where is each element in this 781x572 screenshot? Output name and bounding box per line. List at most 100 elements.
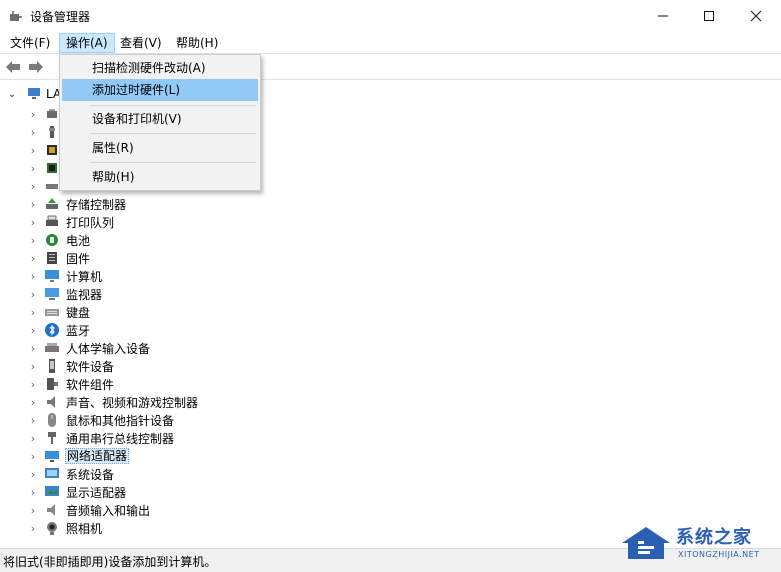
menu-action[interactable]: 操作(A) [59,33,115,53]
tree-item-label: 通用串行总线控制器 [66,431,175,446]
tree-item-label: 系统设备 [66,467,115,482]
minimize-icon [658,15,668,17]
chevron-right-icon[interactable]: › [28,342,38,355]
chevron-right-icon[interactable]: › [28,306,38,319]
tree-item[interactable]: › 存储控制器 [28,195,127,213]
tree-item[interactable]: › 软件设备 [28,357,115,375]
tree-item[interactable]: › 照相机 [28,519,103,537]
chevron-right-icon[interactable]: › [28,486,38,499]
tree-item[interactable]: › 蓝牙 [28,321,91,339]
back-arrow-icon [6,61,20,73]
chevron-right-icon[interactable]: › [28,216,38,229]
tree-item-label: 固件 [66,251,91,266]
chevron-right-icon[interactable]: › [28,396,38,409]
tree-item[interactable]: › 人体学输入设备 [28,339,151,357]
tree-item-label: 键盘 [66,305,91,320]
tree-item[interactable]: › 显示适配器 [28,483,127,501]
title-bar: 设备管理器 [0,0,781,32]
forward-arrow-icon [29,61,43,73]
minimize-button[interactable] [640,0,686,32]
menu-help[interactable]: 帮助(H) [170,33,224,53]
watermark-logo: 系统之家 XITONGZHIJIA.NET [618,521,778,569]
tree-item-label: 网络适配器 [65,448,130,464]
action-menu-dropdown: 扫描检测硬件改动(A) 添加过时硬件(L) 设备和打印机(V) 属性(R) 帮助… [59,54,261,191]
chevron-right-icon[interactable]: › [28,252,38,265]
tree-item-label: 打印队列 [66,215,115,230]
chevron-right-icon[interactable]: › [28,288,38,301]
tree-item-label: 音频输入和输出 [66,503,151,518]
chevron-right-icon[interactable]: › [28,324,38,337]
tree-item[interactable]: › 计算机 [28,267,103,285]
chevron-right-icon[interactable]: › [28,378,38,391]
tree-item[interactable]: › 通用串行总线控制器 [28,429,175,447]
chevron-right-icon[interactable]: › [28,162,38,175]
chevron-right-icon[interactable]: › [28,126,38,139]
window-title: 设备管理器 [30,10,91,24]
tree-item[interactable]: › 鼠标和其他指针设备 [28,411,175,429]
close-icon [750,10,762,22]
house-logo-icon [622,527,670,559]
chevron-right-icon[interactable]: › [28,468,38,481]
menu-separator [90,133,256,134]
tree-item-label: 蓝牙 [66,323,91,338]
menu-file[interactable]: 文件(F) [4,33,56,53]
tree-item[interactable]: › 固件 [28,249,91,267]
tree-item[interactable]: › 电池 [28,231,91,249]
tree-item-label: 显示适配器 [66,485,127,500]
tree-item[interactable]: › 监视器 [28,285,103,303]
usb-icon [44,124,60,140]
tree-item[interactable]: › 系统设备 [28,465,115,483]
battery-icon [44,232,60,248]
chevron-right-icon[interactable]: › [28,144,38,157]
audio-io-icon [44,502,60,518]
tree-item-label: 人体学输入设备 [66,341,151,356]
speaker-icon [44,394,60,410]
chevron-right-icon[interactable]: › [28,414,38,427]
software-device-icon [44,358,60,374]
menu-help-item[interactable]: 帮助(H) [62,166,258,188]
chevron-right-icon[interactable]: › [28,108,38,121]
audio-device-icon [44,106,60,122]
firmware-icon [44,250,60,266]
forward-button[interactable] [26,57,46,77]
chevron-right-icon[interactable]: › [28,522,38,535]
keyboard-icon [44,304,60,320]
menu-add-legacy-hardware[interactable]: 添加过时硬件(L) [62,79,258,101]
chevron-down-icon[interactable]: ⌄ [6,89,18,100]
menu-properties[interactable]: 属性(R) [62,137,258,159]
tree-item[interactable]: › 打印队列 [28,213,115,231]
maximize-button[interactable] [686,0,732,32]
menu-devices-and-printers[interactable]: 设备和打印机(V) [62,108,258,130]
tree-item[interactable]: › 声音、视频和游戏控制器 [28,393,199,411]
watermark-name: 系统之家 [676,527,752,548]
camera-icon [44,520,60,536]
back-button[interactable] [3,57,23,77]
tree-item[interactable]: › 键盘 [28,303,91,321]
chevron-right-icon[interactable]: › [28,432,38,445]
tree-item[interactable]: › 音频输入和输出 [28,501,151,519]
tree-root[interactable]: ⌄ LA [6,85,61,103]
tree-item-label: 监视器 [66,287,103,302]
chip-icon [44,160,60,176]
processor-icon [44,142,60,158]
menu-view[interactable]: 查看(V) [114,33,168,53]
tree-item-label: 电池 [66,233,91,248]
chevron-right-icon[interactable]: › [28,450,38,463]
close-button[interactable] [733,0,779,32]
computer-icon [44,268,60,284]
chevron-right-icon[interactable]: › [28,360,38,373]
menu-scan-hardware-changes[interactable]: 扫描检测硬件改动(A) [62,57,258,79]
chevron-right-icon[interactable]: › [28,198,38,211]
chevron-right-icon[interactable]: › [28,270,38,283]
chevron-right-icon[interactable]: › [28,234,38,247]
system-device-icon [44,466,60,482]
tree-item-label: 鼠标和其他指针设备 [66,413,175,428]
mouse-icon [44,412,60,428]
bluetooth-icon [44,322,60,338]
tree-item[interactable]: › 软件组件 [28,375,115,393]
tree-item[interactable]: › 网络适配器 [28,447,130,465]
maximize-icon [704,11,714,21]
chevron-right-icon[interactable]: › [28,180,38,193]
device-manager-icon [9,9,23,23]
chevron-right-icon[interactable]: › [28,504,38,517]
